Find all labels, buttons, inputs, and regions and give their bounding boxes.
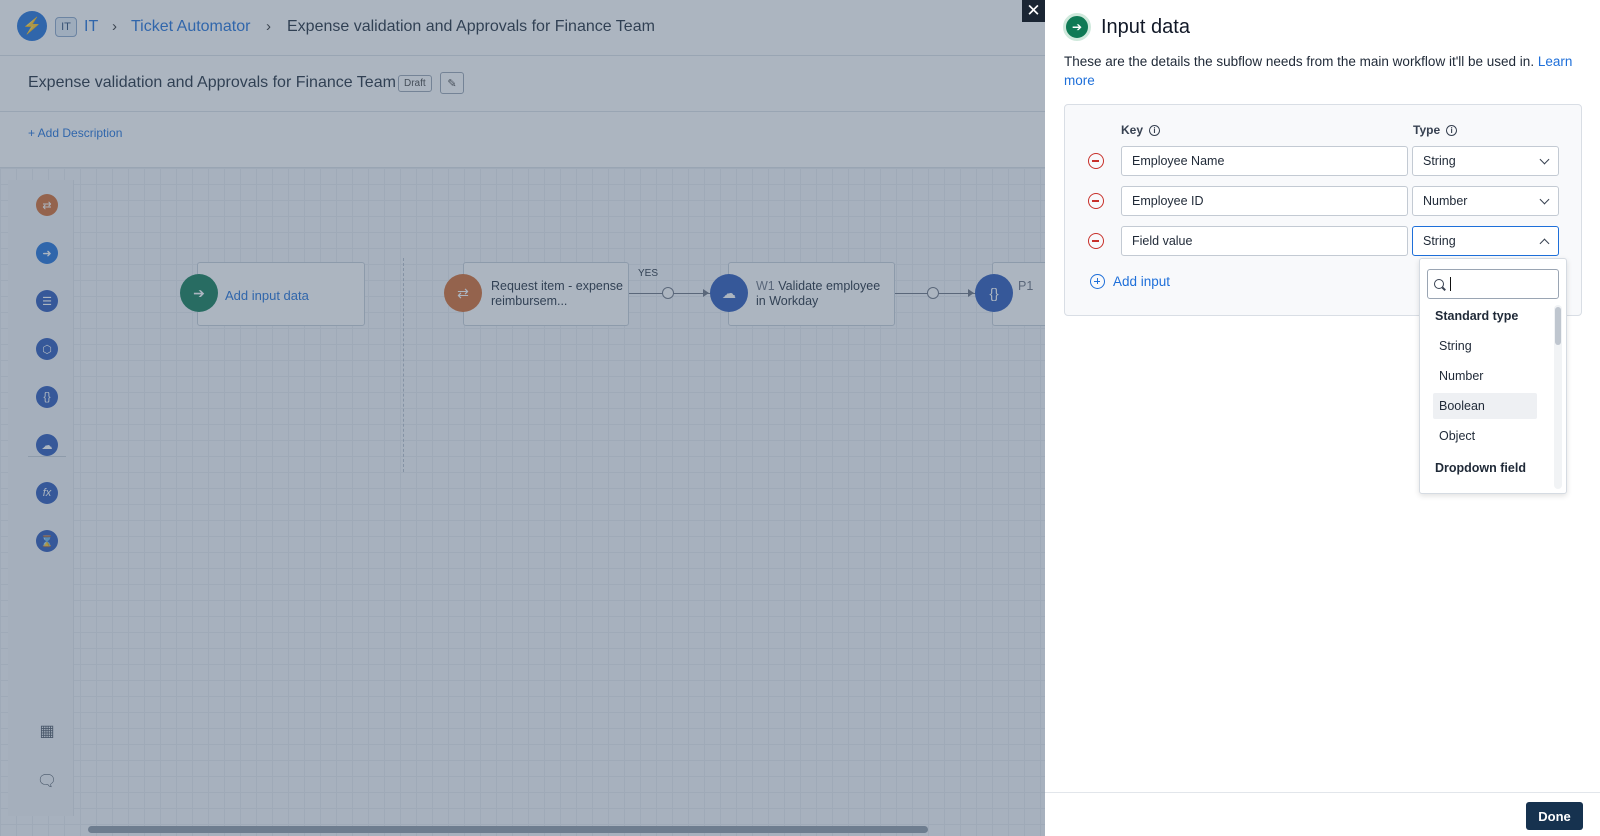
chevron-down-icon: [1539, 194, 1550, 204]
panel-description: These are the details the subflow needs …: [1064, 52, 1584, 90]
chevron-up-icon: [1539, 238, 1550, 248]
text-cursor: [1450, 277, 1451, 291]
dropdown-scrollbar[interactable]: [1554, 305, 1562, 489]
type-select-value: String: [1423, 154, 1456, 168]
description-text: These are the details the subflow needs …: [1064, 54, 1535, 69]
key-input[interactable]: [1121, 146, 1408, 176]
key-header-label: Key: [1121, 123, 1144, 137]
search-icon: [1434, 279, 1444, 289]
remove-row-icon[interactable]: [1088, 153, 1104, 169]
key-input[interactable]: [1121, 186, 1408, 216]
type-header-label: Type: [1413, 123, 1441, 137]
type-dropdown-menu: Standard type String Number Boolean Obje…: [1419, 258, 1567, 494]
dropdown-option[interactable]: Object: [1433, 423, 1537, 449]
modal-backdrop[interactable]: [0, 0, 1045, 836]
done-button[interactable]: Done: [1526, 802, 1583, 830]
input-data-icon: ➔: [1063, 13, 1091, 41]
info-icon[interactable]: i: [1446, 124, 1458, 136]
remove-row-icon[interactable]: [1088, 233, 1104, 249]
dropdown-group-header: Dropdown field: [1435, 461, 1526, 475]
type-select[interactable]: String: [1412, 226, 1559, 256]
close-icon[interactable]: ✕: [1022, 0, 1045, 22]
dropdown-option[interactable]: Boolean: [1433, 393, 1537, 419]
type-select[interactable]: Number: [1412, 186, 1559, 216]
info-icon[interactable]: i: [1149, 124, 1161, 136]
key-column-header: Key i: [1121, 123, 1161, 137]
scrollbar-thumb[interactable]: [1555, 307, 1561, 345]
panel-footer: Done: [1045, 792, 1600, 836]
dropdown-search-input[interactable]: [1427, 269, 1559, 299]
type-select-value: String: [1423, 234, 1456, 248]
key-input[interactable]: [1121, 226, 1408, 256]
dropdown-group-header: Standard type: [1435, 309, 1519, 323]
add-input-label: Add input: [1113, 274, 1171, 289]
chevron-down-icon: [1539, 154, 1550, 164]
type-select-value: Number: [1423, 194, 1468, 208]
type-select[interactable]: String: [1412, 146, 1559, 176]
remove-row-icon[interactable]: [1088, 193, 1104, 209]
plus-circle-icon: [1090, 274, 1105, 289]
type-column-header: Type i: [1413, 123, 1458, 137]
add-input-button[interactable]: Add input: [1090, 274, 1170, 289]
dropdown-option[interactable]: Number: [1433, 363, 1537, 389]
panel-title: Input data: [1101, 16, 1190, 38]
dropdown-option[interactable]: String: [1433, 333, 1537, 359]
